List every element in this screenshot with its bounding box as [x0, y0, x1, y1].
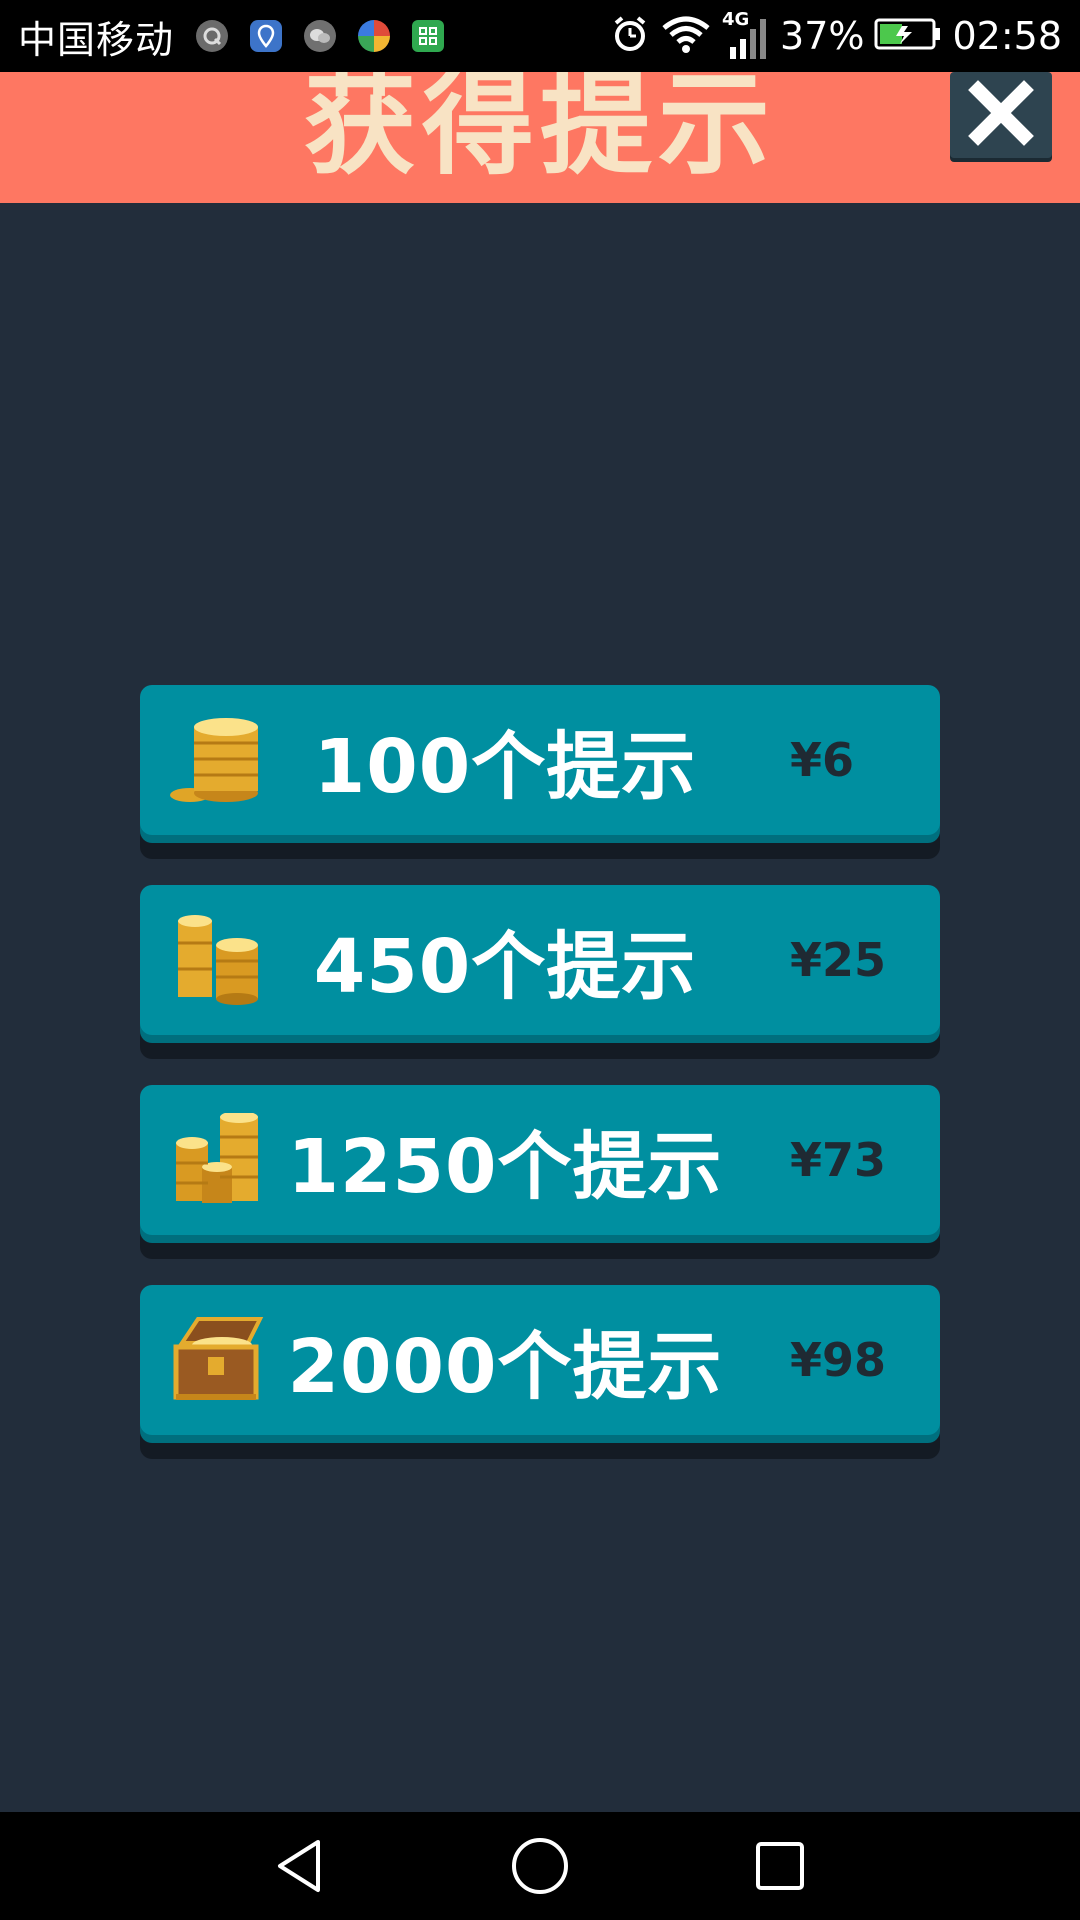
wifi-icon: [660, 14, 712, 58]
battery-percent: 37%: [780, 14, 865, 58]
clock: 02:58: [952, 14, 1062, 58]
package-label: 100个提示: [313, 723, 697, 810]
q-app-icon: [196, 20, 229, 52]
package-price: ¥25: [790, 933, 887, 987]
status-bar: 中国移动 4G 37% 02:58: [0, 0, 1080, 72]
package-label: 2000个提示: [287, 1323, 723, 1410]
dialog-title: 获得提示: [304, 72, 776, 190]
notification-icons: [196, 20, 445, 52]
dialog-header: 获得提示: [0, 72, 1080, 203]
browser-icon: [358, 20, 391, 52]
navigation-bar: [0, 1812, 1080, 1920]
home-icon[interactable]: [510, 1836, 570, 1896]
package-2000-button[interactable]: 2000个提示 ¥98: [140, 1285, 940, 1435]
treasure-chest-icon: [168, 1313, 268, 1408]
system-status: 4G 37% 02:58: [610, 0, 1062, 72]
package-1250-button[interactable]: 1250个提示 ¥73: [140, 1085, 940, 1235]
package-price: ¥73: [790, 1133, 887, 1187]
battery-icon: [874, 16, 942, 56]
recents-icon[interactable]: [750, 1836, 810, 1896]
close-icon: [966, 78, 1036, 152]
package-price: ¥6: [790, 733, 855, 787]
package-450-button[interactable]: 450个提示 ¥25: [140, 885, 940, 1035]
package-100-button[interactable]: 100个提示 ¥6: [140, 685, 940, 835]
back-icon[interactable]: [270, 1836, 330, 1896]
package-label: 450个提示: [313, 923, 697, 1010]
coin-stack-large-icon: [168, 1111, 268, 1208]
package-price: ¥98: [790, 1333, 887, 1387]
close-button[interactable]: [950, 72, 1052, 158]
coin-stack-medium-icon: [168, 913, 268, 1008]
location-app-icon: [250, 20, 283, 52]
coin-stack-small-icon: [168, 713, 268, 808]
wechat-icon: [304, 20, 337, 52]
alarm-icon: [610, 14, 650, 58]
app-grid-icon: [412, 20, 445, 52]
signal-icon: 4G: [722, 9, 770, 61]
package-label: 1250个提示: [287, 1123, 723, 1210]
carrier-name: 中国移动: [18, 17, 175, 62]
